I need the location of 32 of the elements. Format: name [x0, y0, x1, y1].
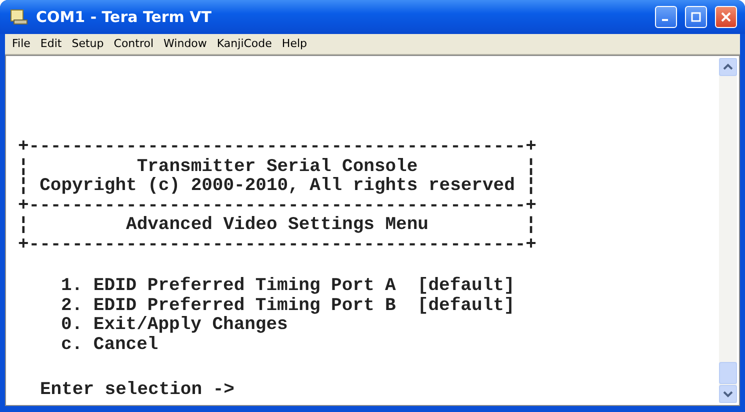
- terminal-line: +----------------------------------------------+: [18, 196, 536, 216]
- scroll-down-button[interactable]: [719, 385, 737, 403]
- menu-item[interactable]: Setup: [66, 36, 109, 52]
- terminal-line: +----------------------------------------------+: [18, 138, 536, 158]
- maximize-button[interactable]: [685, 6, 707, 28]
- terminal-line: ¦ Copyright (c) 2000-2010, All rights reserved ¦: [18, 177, 536, 196]
- menu-option: 1. EDID Preferred Timing Port A [default]: [61, 277, 515, 296]
- maximize-icon: [691, 12, 701, 22]
- menu-item[interactable]: Edit: [35, 36, 67, 52]
- terminal-line: ¦ Transmitter Serial Console ¦: [18, 158, 536, 177]
- chevron-down-icon: [723, 390, 733, 398]
- window-title: COM1 - Tera Term VT: [36, 6, 212, 28]
- minimize-button[interactable]: [655, 6, 677, 28]
- chevron-up-icon: [723, 63, 733, 71]
- menu-option: c. Cancel: [61, 336, 158, 355]
- menu-item[interactable]: Help: [276, 36, 312, 52]
- scroll-thumb[interactable]: [719, 362, 737, 384]
- scroll-up-button[interactable]: [719, 58, 737, 76]
- input-prompt: Enter selection ->: [40, 381, 234, 400]
- menu-option: 0. Exit/Apply Changes: [61, 316, 288, 336]
- menu-item[interactable]: File: [7, 36, 36, 52]
- minimize-icon: [662, 19, 668, 21]
- close-icon: [721, 12, 731, 22]
- terminal-icon: [10, 8, 28, 26]
- menu-item[interactable]: Window: [158, 36, 212, 52]
- scrollbar[interactable]: [719, 58, 737, 403]
- terminal-line: ¦ Advanced Video Settings Menu ¦: [18, 216, 536, 236]
- menu-item[interactable]: KanjiCode: [212, 36, 277, 52]
- menu-option: 2. EDID Preferred Timing Port B [default]: [61, 296, 515, 316]
- menu-item[interactable]: Control: [108, 36, 159, 52]
- close-button[interactable]: [715, 6, 737, 28]
- terminal-line: +----------------------------------------------+: [18, 236, 536, 255]
